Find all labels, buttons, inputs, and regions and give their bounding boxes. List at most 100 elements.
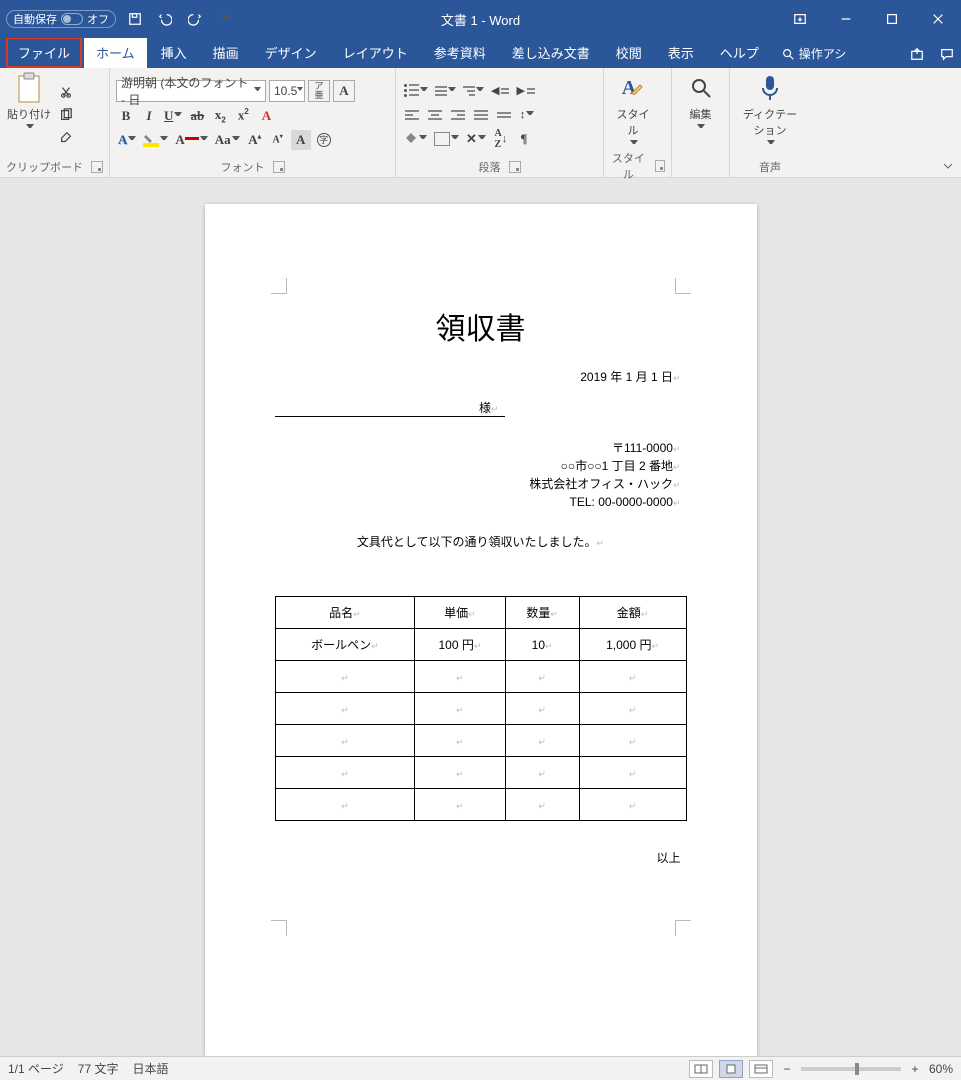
tab-layout[interactable]: レイアウト — [331, 37, 420, 68]
format-painter-icon[interactable] — [56, 128, 76, 148]
status-page[interactable]: 1/1 ページ — [8, 1060, 64, 1077]
tab-home[interactable]: ホーム — [84, 37, 147, 68]
table-cell[interactable]: ↵ — [579, 789, 686, 821]
print-layout-icon[interactable] — [719, 1060, 743, 1078]
status-words[interactable]: 77 文字 — [78, 1060, 119, 1077]
table-row[interactable]: ボールペン↵100 円↵10↵1,000 円↵ — [275, 629, 686, 661]
table-cell[interactable]: ↵ — [275, 661, 415, 693]
dictate-button[interactable]: ディクテー ション — [736, 72, 804, 157]
tab-help[interactable]: ヘルプ — [708, 37, 771, 68]
table-row[interactable]: ↵↵↵↵ — [275, 725, 686, 757]
tab-mailings[interactable]: 差し込み文書 — [500, 37, 602, 68]
ribbon-display-options-icon[interactable] — [777, 0, 823, 38]
doc-recipient-suffix[interactable]: 様 — [479, 401, 491, 415]
collapse-ribbon-icon[interactable] — [941, 159, 955, 173]
font-size-combo[interactable]: 10.5 — [269, 80, 305, 102]
styles-button[interactable]: A スタイ ル — [610, 72, 656, 148]
tab-file[interactable]: ファイル — [6, 37, 82, 68]
doc-title[interactable]: 領収書 — [227, 304, 735, 348]
read-mode-icon[interactable] — [689, 1060, 713, 1078]
sender-company[interactable]: 株式会社オフィス・ハック — [529, 477, 673, 491]
status-lang[interactable]: 日本語 — [132, 1060, 168, 1077]
table-cell[interactable]: ↵ — [275, 757, 415, 789]
table-cell[interactable]: 10↵ — [505, 629, 579, 661]
table-cell[interactable]: ↵ — [505, 725, 579, 757]
font-name-combo[interactable]: 游明朝 (本文のフォント - 日 — [116, 80, 266, 102]
document-area[interactable]: 領収書 2019 年 1 月 1 日↵ 様↵ 〒111-0000↵ ○○市○○1… — [0, 180, 961, 1056]
clear-formatting-icon[interactable]: A — [256, 106, 276, 126]
character-border-icon[interactable]: A — [333, 80, 355, 102]
sender-zip[interactable]: 〒111-0000 — [612, 441, 673, 455]
underline-button[interactable]: U — [162, 106, 184, 126]
table-cell[interactable]: ↵ — [505, 757, 579, 789]
table-cell[interactable]: ↵ — [505, 693, 579, 725]
decrease-indent-icon[interactable]: ◀ — [489, 81, 511, 101]
table-cell[interactable]: ↵ — [579, 661, 686, 693]
minimize-icon[interactable] — [823, 0, 869, 38]
shrink-font-icon[interactable]: A▾ — [268, 130, 288, 150]
enclose-characters-icon[interactable]: 字 — [314, 130, 334, 150]
paragraph-dialog-launcher[interactable] — [509, 161, 521, 173]
numbering-icon[interactable] — [433, 81, 458, 101]
character-shading-icon[interactable]: A — [291, 130, 311, 150]
styles-dialog-launcher[interactable] — [655, 160, 665, 172]
align-right-icon[interactable] — [448, 105, 468, 125]
zoom-out-button[interactable]: − — [779, 1062, 795, 1076]
phonetic-guide-icon[interactable]: ア 亜 — [308, 80, 330, 102]
table-cell[interactable]: ↵ — [505, 661, 579, 693]
sort-icon[interactable]: AZ↓ — [491, 129, 511, 149]
borders-icon[interactable] — [432, 129, 461, 149]
subscript-button[interactable]: x2 — [210, 106, 230, 126]
bold-button[interactable]: B — [116, 106, 136, 126]
bullets-icon[interactable] — [402, 81, 430, 101]
cut-icon[interactable] — [56, 82, 76, 102]
save-icon[interactable] — [124, 8, 146, 30]
tab-references[interactable]: 参考資料 — [422, 37, 498, 68]
tab-view[interactable]: 表示 — [656, 37, 706, 68]
tab-design[interactable]: デザイン — [253, 37, 329, 68]
align-left-icon[interactable] — [402, 105, 422, 125]
close-icon[interactable] — [915, 0, 961, 38]
asian-layout-icon[interactable]: ✕ — [464, 129, 488, 149]
paste-button[interactable]: 貼り付け — [6, 72, 52, 157]
zoom-level[interactable]: 60% — [929, 1062, 953, 1076]
table-cell[interactable]: ↵ — [415, 757, 505, 789]
justify-icon[interactable] — [471, 105, 491, 125]
multilevel-list-icon[interactable] — [461, 81, 486, 101]
undo-icon[interactable] — [154, 8, 176, 30]
receipt-table[interactable]: 品名↵単価↵数量↵金額↵ ボールペン↵100 円↵10↵1,000 円↵↵↵↵↵… — [275, 596, 687, 821]
table-cell[interactable]: ↵ — [415, 725, 505, 757]
font-color-icon[interactable]: A — [173, 130, 209, 150]
table-cell[interactable]: ↵ — [579, 693, 686, 725]
table-cell[interactable]: ↵ — [275, 725, 415, 757]
sender-addr[interactable]: ○○市○○1 丁目 2 番地 — [561, 459, 673, 473]
table-row[interactable]: ↵↵↵↵ — [275, 693, 686, 725]
sender-tel[interactable]: TEL: 00-0000-0000 — [570, 495, 673, 509]
editing-button[interactable]: 編集 — [678, 72, 723, 173]
table-row[interactable]: ↵↵↵↵ — [275, 661, 686, 693]
table-header[interactable]: 数量↵ — [505, 597, 579, 629]
autosave-toggle[interactable]: 自動保存 オフ — [6, 10, 116, 28]
table-cell[interactable]: ↵ — [275, 693, 415, 725]
table-cell[interactable]: ↵ — [415, 661, 505, 693]
maximize-icon[interactable] — [869, 0, 915, 38]
show-marks-icon[interactable]: ¶ — [514, 129, 534, 149]
table-header[interactable]: 単価↵ — [415, 597, 505, 629]
table-cell[interactable]: ボールペン↵ — [275, 629, 415, 661]
document-page[interactable]: 領収書 2019 年 1 月 1 日↵ 様↵ 〒111-0000↵ ○○市○○1… — [205, 204, 757, 1056]
table-cell[interactable]: ↵ — [579, 757, 686, 789]
table-cell[interactable]: 100 円↵ — [415, 629, 505, 661]
copy-icon[interactable] — [56, 105, 76, 125]
tell-me-search[interactable]: 操作アシ — [773, 39, 855, 68]
table-row[interactable]: ↵↵↵↵ — [275, 789, 686, 821]
redo-icon[interactable] — [184, 8, 206, 30]
table-row[interactable]: ↵↵↵↵ — [275, 757, 686, 789]
qat-customize-icon[interactable] — [214, 8, 236, 30]
tab-draw[interactable]: 描画 — [201, 37, 251, 68]
table-header[interactable]: 品名↵ — [275, 597, 415, 629]
table-header[interactable]: 金額↵ — [579, 597, 686, 629]
italic-button[interactable]: I — [139, 106, 159, 126]
table-cell[interactable]: ↵ — [415, 693, 505, 725]
table-cell[interactable]: ↵ — [415, 789, 505, 821]
comments-icon[interactable] — [933, 40, 961, 68]
